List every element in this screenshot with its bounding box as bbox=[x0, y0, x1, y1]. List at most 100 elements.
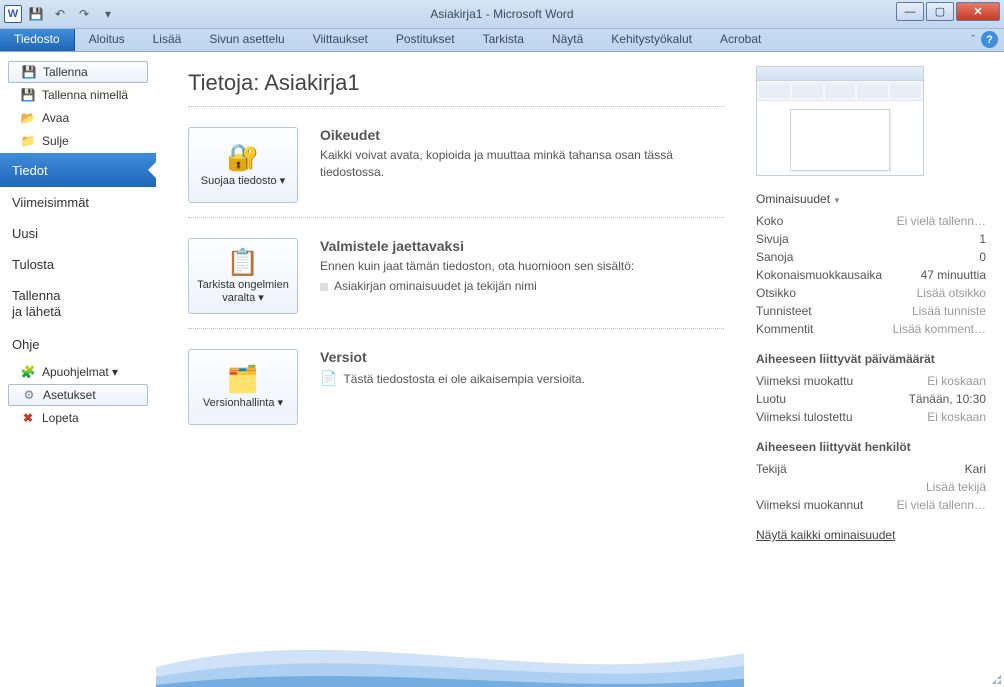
nav-save-send-label-b: ja lähetä bbox=[12, 304, 61, 319]
prop-pages-value: 1 bbox=[979, 232, 986, 246]
prop-printed-value: Ei koskaan bbox=[927, 410, 986, 424]
minimize-ribbon-icon[interactable]: ˆ bbox=[971, 34, 975, 46]
prop-words-label: Sanoja bbox=[756, 250, 793, 264]
exit-icon: ✖ bbox=[20, 410, 36, 426]
prop-created-label: Luotu bbox=[756, 392, 786, 406]
gear-icon: ⚙ bbox=[21, 387, 37, 403]
tab-developer[interactable]: Kehitystyökalut bbox=[597, 29, 706, 51]
maximize-button[interactable]: ▢ bbox=[926, 2, 954, 21]
folder-icon: 📁 bbox=[20, 133, 36, 149]
prop-tags-value[interactable]: Lisää tunniste bbox=[912, 304, 986, 318]
show-all-properties-link[interactable]: Näytä kaikki ominaisuudet bbox=[756, 528, 895, 542]
nav-save-send[interactable]: Tallenna ja lähetä bbox=[0, 280, 156, 329]
backstage-view: 💾 Tallenna 💾 Tallenna nimellä 📂 Avaa 📁 S… bbox=[0, 52, 1004, 687]
tab-mailings[interactable]: Postitukset bbox=[382, 29, 469, 51]
quick-access-toolbar: W 💾 ↶ ↷ ▾ bbox=[0, 4, 118, 24]
prop-tags-label: Tunnisteet bbox=[756, 304, 812, 318]
prepare-title: Valmistele jaettavaksi bbox=[320, 238, 724, 254]
minimize-button[interactable]: ― bbox=[896, 2, 924, 21]
nav-options[interactable]: ⚙ Asetukset bbox=[8, 384, 148, 406]
nav-open-label: Avaa bbox=[42, 111, 69, 125]
nav-save[interactable]: 💾 Tallenna bbox=[8, 61, 148, 83]
prop-words-value: 0 bbox=[979, 250, 986, 264]
page-title: Tietoja: Asiakirja1 bbox=[188, 70, 724, 107]
window-controls: ― ▢ ✕ bbox=[896, 2, 1000, 21]
tab-review[interactable]: Tarkista bbox=[469, 29, 538, 51]
properties-dropdown[interactable]: Ominaisuudet▼ bbox=[756, 192, 986, 206]
nav-help[interactable]: Ohje bbox=[0, 329, 156, 360]
bullet-icon bbox=[320, 283, 328, 291]
section-permissions: 🔐 Suojaa tiedosto ▾ Oikeudet Kaikki voiv… bbox=[188, 107, 724, 217]
tab-home[interactable]: Aloitus bbox=[75, 29, 139, 51]
tab-view[interactable]: Näytä bbox=[538, 29, 597, 51]
prop-lastmodby-label: Viimeksi muokannut bbox=[756, 498, 863, 512]
nav-close[interactable]: 📁 Sulje bbox=[8, 130, 148, 152]
prop-title-label: Otsikko bbox=[756, 286, 796, 300]
nav-recent[interactable]: Viimeisimmät bbox=[0, 187, 156, 218]
prop-created-value: Tänään, 10:30 bbox=[909, 392, 986, 406]
prop-size-label: Koko bbox=[756, 214, 783, 228]
prop-comments-label: Kommentit bbox=[756, 322, 813, 336]
save-icon: 💾 bbox=[21, 64, 37, 80]
tab-insert[interactable]: Lisää bbox=[139, 29, 196, 51]
qat-customize-icon[interactable]: ▾ bbox=[98, 4, 118, 24]
add-author-link[interactable]: Lisää tekijä bbox=[926, 480, 986, 494]
prop-printed-label: Viimeksi tulostettu bbox=[756, 410, 853, 424]
prepare-bullet-text: Asiakirjan ominaisuudet ja tekijän nimi bbox=[334, 279, 537, 293]
window-title: Asiakirja1 - Microsoft Word bbox=[430, 7, 573, 21]
app-icon[interactable]: W bbox=[4, 5, 22, 23]
versions-title: Versiot bbox=[320, 349, 724, 365]
qat-undo-icon[interactable]: ↶ bbox=[50, 4, 70, 24]
check-issues-button[interactable]: 📋 Tarkista ongelmien varalta ▾ bbox=[188, 238, 298, 314]
document-preview[interactable] bbox=[756, 66, 924, 176]
nav-addins-label: Apuohjelmat ▾ bbox=[42, 365, 118, 379]
qat-redo-icon[interactable]: ↷ bbox=[74, 4, 94, 24]
nav-close-label: Sulje bbox=[42, 134, 69, 148]
help-icon[interactable]: ? bbox=[981, 31, 998, 48]
permissions-desc: Kaikki voivat avata, kopioida ja muuttaa… bbox=[320, 147, 724, 181]
related-dates-head: Aiheeseen liittyvät päivämäärät bbox=[756, 352, 986, 366]
prop-lastmodby-value: Ei vielä tallenn… bbox=[897, 498, 986, 512]
prop-author-value: Kari bbox=[965, 462, 986, 476]
manage-versions-label: Versionhallinta ▾ bbox=[203, 396, 283, 409]
protect-document-button[interactable]: 🔐 Suojaa tiedosto ▾ bbox=[188, 127, 298, 203]
prop-title-value[interactable]: Lisää otsikko bbox=[917, 286, 986, 300]
nav-save-send-label-a: Tallenna bbox=[12, 288, 60, 303]
close-button[interactable]: ✕ bbox=[956, 2, 1000, 21]
permissions-title: Oikeudet bbox=[320, 127, 724, 143]
nav-save-label: Tallenna bbox=[43, 65, 88, 79]
related-people-head: Aiheeseen liittyvät henkilöt bbox=[756, 440, 986, 454]
resize-grip[interactable] bbox=[989, 672, 1001, 684]
inspect-icon: 📋 bbox=[227, 249, 259, 275]
decorative-wave bbox=[156, 607, 744, 687]
prop-pages-label: Sivuja bbox=[756, 232, 789, 246]
nav-save-as[interactable]: 💾 Tallenna nimellä bbox=[8, 84, 148, 106]
folder-open-icon: 📂 bbox=[20, 110, 36, 126]
nav-exit[interactable]: ✖ Lopeta bbox=[8, 407, 148, 429]
prop-size-value: Ei vielä tallenn… bbox=[897, 214, 986, 228]
nav-open[interactable]: 📂 Avaa bbox=[8, 107, 148, 129]
prop-author-label: Tekijä bbox=[756, 462, 787, 476]
tab-references[interactable]: Viittaukset bbox=[299, 29, 382, 51]
versions-icon: 🗂️ bbox=[227, 366, 259, 392]
nav-info[interactable]: Tiedot bbox=[0, 153, 156, 187]
versions-desc: 📄Tästä tiedostosta ei ole aikaisempia ve… bbox=[320, 369, 724, 389]
ribbon-tabs: Tiedosto Aloitus Lisää Sivun asettelu Vi… bbox=[0, 29, 1004, 52]
nav-addins[interactable]: 🧩 Apuohjelmat ▾ bbox=[8, 361, 148, 383]
tab-file[interactable]: Tiedosto bbox=[0, 29, 75, 51]
qat-save-icon[interactable]: 💾 bbox=[26, 4, 46, 24]
lock-icon: 🔐 bbox=[227, 144, 259, 170]
prop-edittime-label: Kokonaismuokkausaika bbox=[756, 268, 882, 282]
tab-acrobat[interactable]: Acrobat bbox=[706, 29, 775, 51]
section-prepare: 📋 Tarkista ongelmien varalta ▾ Valmistel… bbox=[188, 217, 724, 328]
titlebar: W 💾 ↶ ↷ ▾ Asiakirja1 - Microsoft Word ― … bbox=[0, 0, 1004, 29]
nav-options-label: Asetukset bbox=[43, 388, 96, 402]
info-panel: Tietoja: Asiakirja1 🔐 Suojaa tiedosto ▾ … bbox=[156, 52, 744, 687]
nav-new[interactable]: Uusi bbox=[0, 218, 156, 249]
nav-print[interactable]: Tulosta bbox=[0, 249, 156, 280]
addins-icon: 🧩 bbox=[20, 364, 36, 380]
prop-comments-value[interactable]: Lisää komment… bbox=[893, 322, 986, 336]
manage-versions-button[interactable]: 🗂️ Versionhallinta ▾ bbox=[188, 349, 298, 425]
tab-pagelayout[interactable]: Sivun asettelu bbox=[195, 29, 298, 51]
save-as-icon: 💾 bbox=[20, 87, 36, 103]
